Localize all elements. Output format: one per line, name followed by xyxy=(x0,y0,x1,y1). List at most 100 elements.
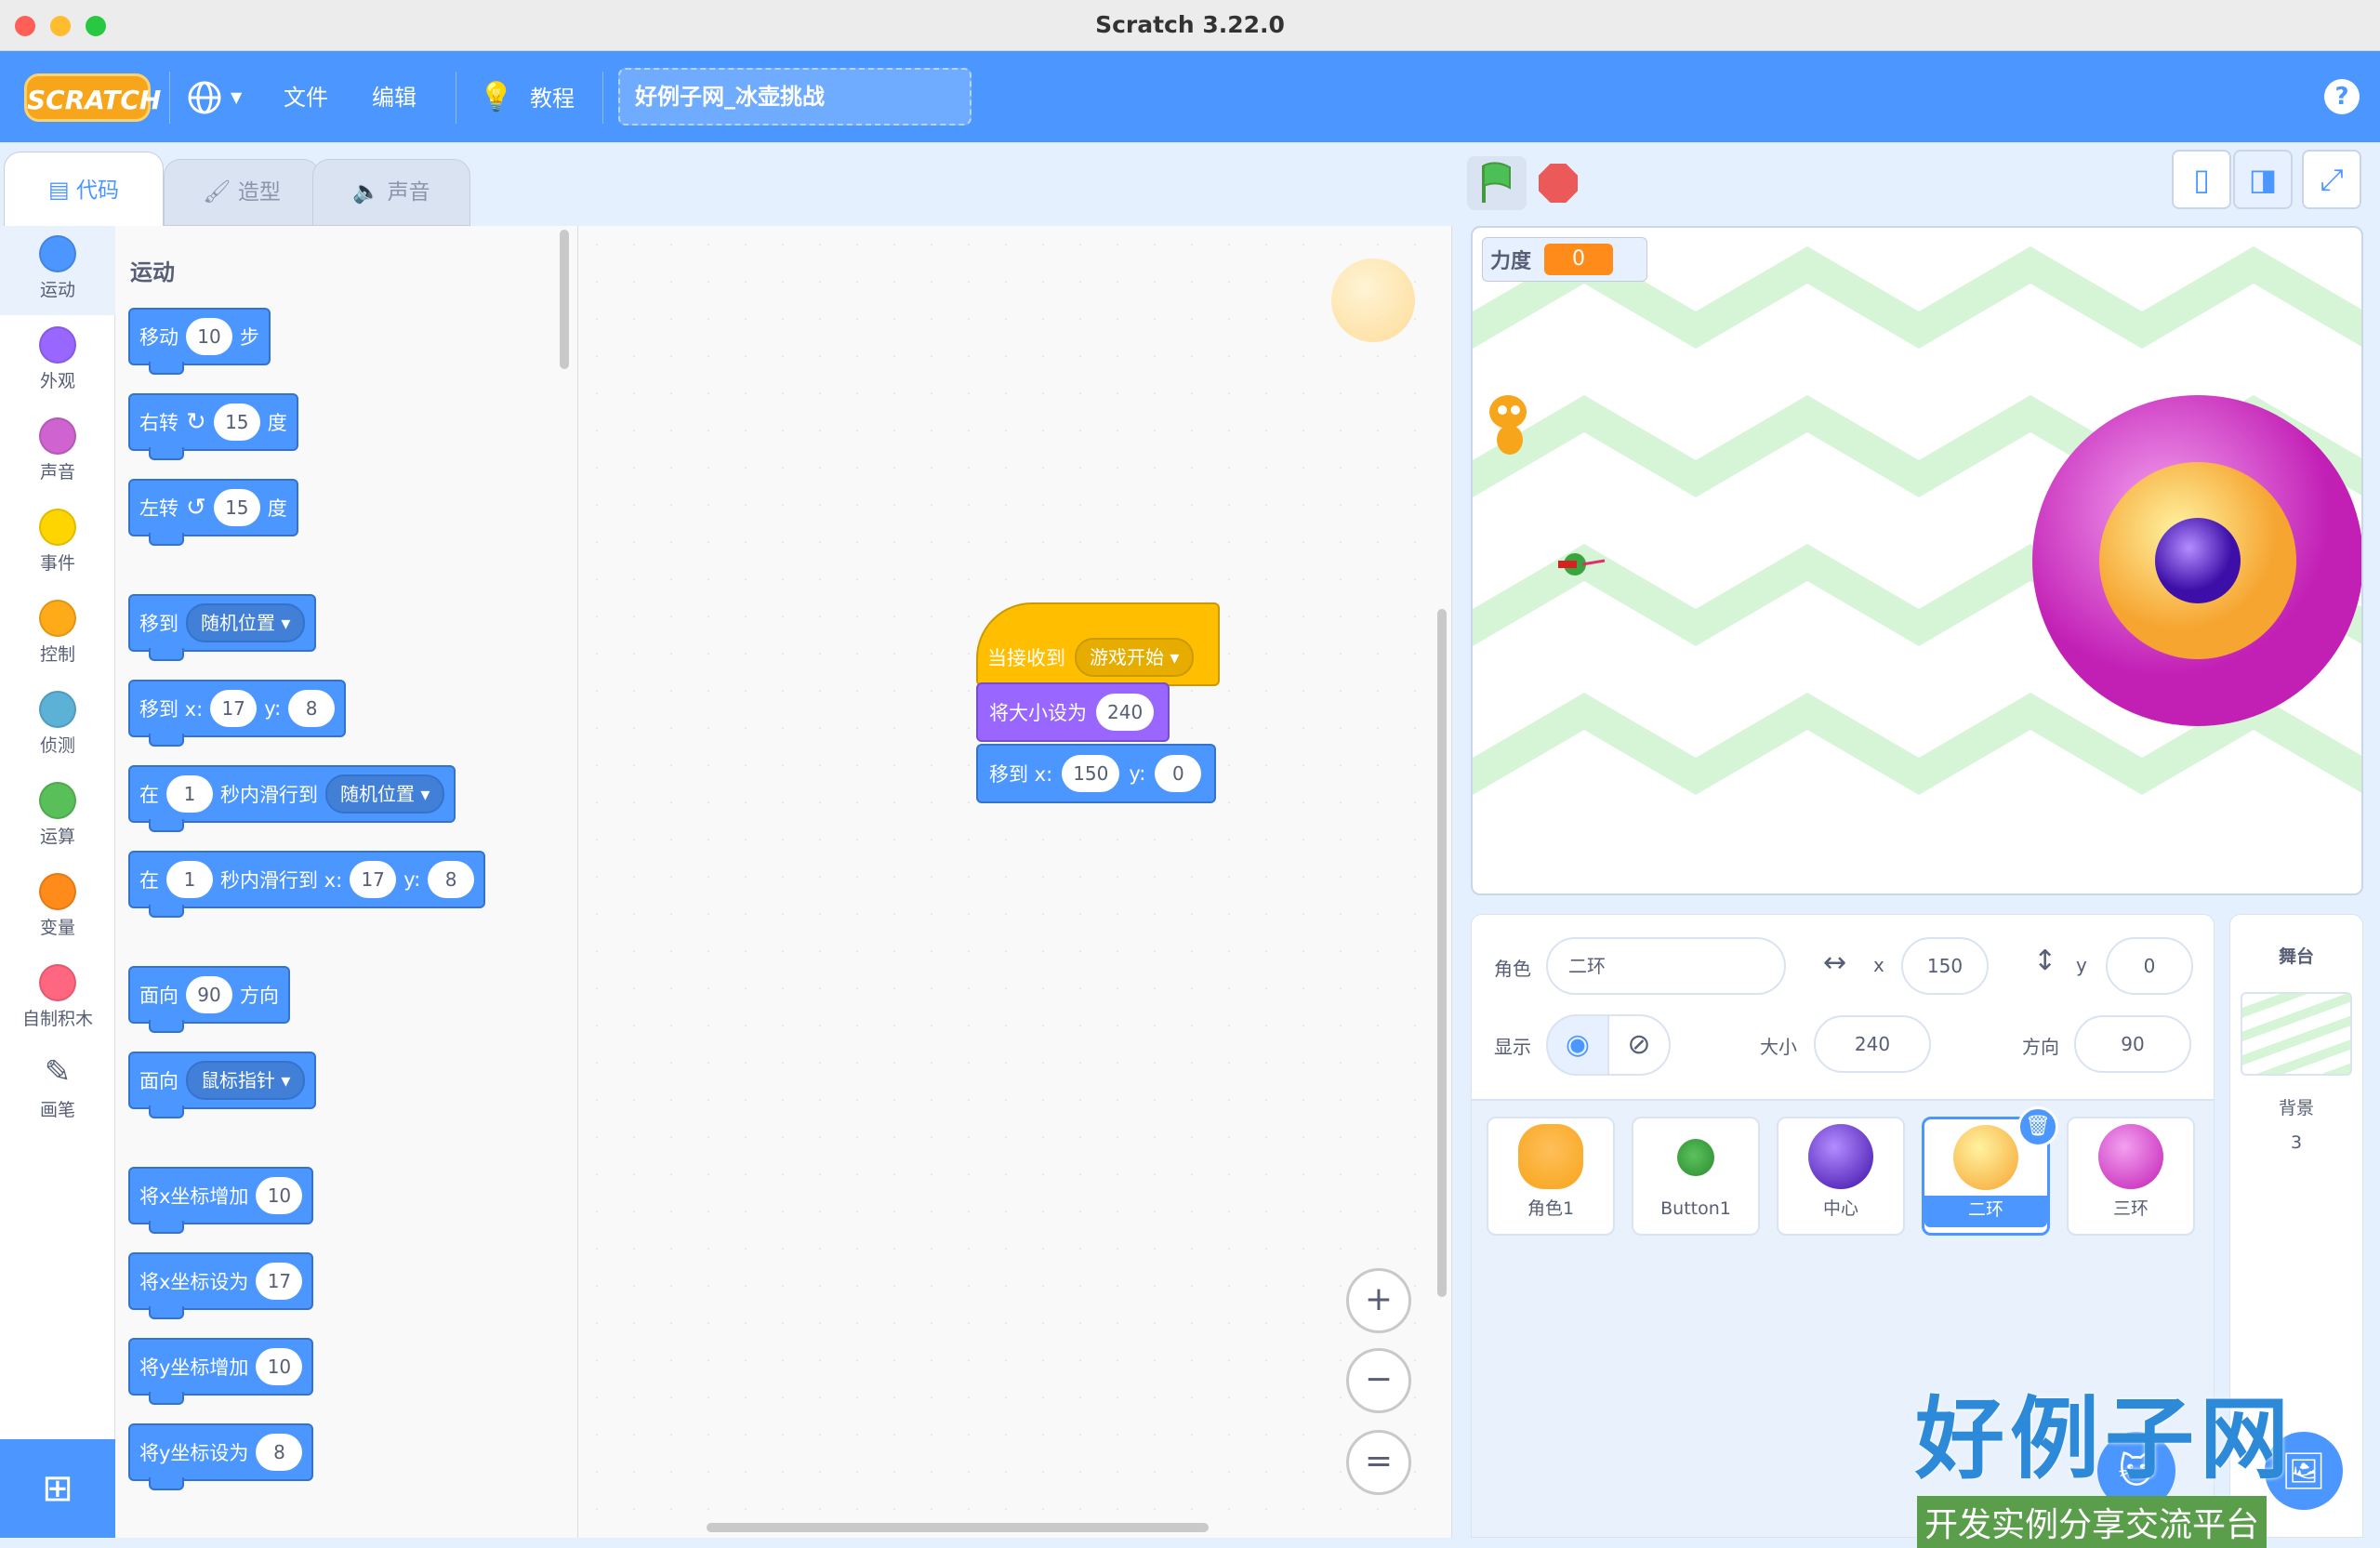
block-input[interactable]: 10 xyxy=(256,1177,303,1214)
palette-scrollbar[interactable] xyxy=(560,230,569,369)
block-goto[interactable]: 移到 随机位置 xyxy=(128,594,317,661)
block-input[interactable]: 150 xyxy=(1062,755,1120,792)
block-point-towards[interactable]: 面向 鼠标指针 xyxy=(128,1052,317,1118)
globe-icon xyxy=(186,81,223,122)
cat-sprite-icon xyxy=(1518,1124,1583,1189)
block-set-x[interactable]: 将x坐标设为 17 xyxy=(128,1252,314,1319)
fullscreen-button[interactable]: ⤢ xyxy=(2302,150,2361,209)
small-stage-button[interactable]: ▯ xyxy=(2172,150,2231,209)
sprite-name-input[interactable]: 二环 xyxy=(1546,937,1786,995)
script-when-receive[interactable]: 当接收到 游戏开始 xyxy=(976,602,1220,686)
workspace-horizontal-scrollbar[interactable] xyxy=(707,1523,1209,1532)
language-menu[interactable]: ▼ xyxy=(186,79,251,116)
block-turn-left[interactable]: 左转 ↺ 15 度 xyxy=(128,479,298,546)
size-input[interactable]: 240 xyxy=(1814,1015,1931,1073)
category-label: 控制 xyxy=(39,644,75,665)
file-menu[interactable]: 文件 xyxy=(284,79,328,116)
hide-sprite-button[interactable]: ⊘ xyxy=(1607,1014,1671,1076)
code-icon: ▤ xyxy=(48,177,70,203)
y-input[interactable]: 0 xyxy=(2106,937,2193,995)
category-pen[interactable]: ✎ 画笔 xyxy=(0,1046,115,1135)
block-input[interactable]: 17 xyxy=(256,1263,303,1300)
block-set-y[interactable]: 将y坐标设为 8 xyxy=(128,1423,314,1490)
x-input[interactable]: 150 xyxy=(1901,937,1989,995)
block-move-steps[interactable]: 移动 10 步 xyxy=(128,308,271,375)
stage-canvas[interactable]: 力度 0 xyxy=(1471,226,2363,895)
block-input[interactable]: 17 xyxy=(210,690,258,727)
block-change-y[interactable]: 将y坐标增加 10 xyxy=(128,1338,314,1405)
category-my-blocks[interactable]: 自制积木 xyxy=(0,955,115,1044)
block-goto-xy[interactable]: 移到 x: 17 y: 8 xyxy=(128,680,347,747)
block-turn-right[interactable]: 右转 ↻ 15 度 xyxy=(128,393,298,460)
block-input[interactable]: 1 xyxy=(166,861,213,898)
menu-bar: SCRATCH ▼ 文件 编辑 💡 教程 好例子网_冰壶挑战 ? xyxy=(0,51,2380,142)
x-label: x xyxy=(1873,954,1884,976)
script-goto-xy[interactable]: 移到 x: 150 y: 0 xyxy=(976,744,1216,803)
add-extension-button[interactable]: ⊞ xyxy=(0,1439,115,1538)
block-input[interactable]: 8 xyxy=(256,1434,303,1471)
scratch-logo[interactable]: SCRATCH xyxy=(24,73,161,122)
block-input[interactable]: 10 xyxy=(256,1348,303,1385)
block-input[interactable]: 1 xyxy=(166,775,213,813)
block-dropdown[interactable]: 随机位置 xyxy=(186,603,306,642)
category-sound[interactable]: 声音 xyxy=(0,408,115,497)
tab-sounds[interactable]: 🔈 声音 xyxy=(312,159,470,226)
block-change-x[interactable]: 将x坐标增加 10 xyxy=(128,1167,314,1234)
tab-costumes[interactable]: 🖌 造型 xyxy=(164,159,320,226)
category-operators[interactable]: 运算 xyxy=(0,773,115,862)
block-glide-to[interactable]: 在 1 秒内滑行到 随机位置 xyxy=(128,765,456,832)
category-control[interactable]: 控制 xyxy=(0,590,115,680)
script-set-size[interactable]: 将大小设为 240 xyxy=(976,682,1170,742)
sprite-tile-selected[interactable]: 二环 🗑 xyxy=(1922,1106,2058,1236)
zoom-reset-icon: = xyxy=(1364,1442,1394,1480)
show-sprite-button[interactable]: ◉ xyxy=(1546,1014,1609,1076)
direction-input[interactable]: 90 xyxy=(2074,1015,2191,1073)
block-input[interactable]: 15 xyxy=(213,404,260,441)
workspace-vertical-scrollbar[interactable] xyxy=(1437,609,1447,1297)
zoom-reset-button[interactable]: = xyxy=(1346,1430,1411,1495)
block-input[interactable]: 8 xyxy=(428,861,475,898)
zoom-out-button[interactable]: − xyxy=(1346,1348,1411,1413)
green-flag-icon xyxy=(1482,162,1511,203)
block-label: 当接收到 xyxy=(987,647,1065,669)
green-flag-button[interactable] xyxy=(1467,156,1527,210)
script-workspace[interactable] xyxy=(578,226,1452,1538)
block-dropdown[interactable]: 鼠标指针 xyxy=(186,1061,306,1100)
category-motion[interactable]: 运动 xyxy=(0,226,115,315)
delete-sprite-button[interactable]: 🗑 xyxy=(2017,1106,2058,1147)
stop-button[interactable] xyxy=(1539,164,1578,203)
block-label: 移到 x: xyxy=(139,698,204,721)
block-input[interactable]: 90 xyxy=(186,976,232,1013)
normal-stage-button[interactable]: ◨ xyxy=(2233,150,2293,209)
edit-menu[interactable]: 编辑 xyxy=(372,79,416,116)
project-title-input[interactable]: 好例子网_冰壶挑战 xyxy=(618,68,972,126)
block-input[interactable]: 15 xyxy=(213,489,260,526)
block-glide-xy[interactable]: 在 1 秒内滑行到 x: 17 y: 8 xyxy=(128,851,486,918)
category-sensing[interactable]: 侦测 xyxy=(0,681,115,771)
sprite-tile-label: 二环 xyxy=(1924,1196,2047,1227)
category-variables[interactable]: 变量 xyxy=(0,864,115,953)
tutorials-menu[interactable]: 💡 教程 xyxy=(479,79,575,116)
tab-code[interactable]: ▤ 代码 xyxy=(4,152,164,228)
sprite-tile[interactable]: 角色1 xyxy=(1487,1117,1615,1236)
sprite-tile[interactable]: Button1 xyxy=(1632,1117,1760,1236)
block-point-direction[interactable]: 面向 90 方向 xyxy=(128,966,290,1033)
block-input[interactable]: 8 xyxy=(288,690,336,727)
category-events[interactable]: 事件 xyxy=(0,499,115,589)
block-label: 方向 xyxy=(240,985,279,1007)
block-input[interactable]: 10 xyxy=(186,318,232,355)
block-dropdown[interactable]: 随机位置 xyxy=(325,774,445,814)
zoom-in-button[interactable]: + xyxy=(1346,1268,1411,1333)
category-looks[interactable]: 外观 xyxy=(0,317,115,406)
block-palette: 运动 移动 10 步 右转 ↻ 15 度 左转 ↺ 15 度 移到 随机位置 移… xyxy=(115,226,578,1538)
block-input[interactable]: 0 xyxy=(1155,755,1202,792)
category-dot-icon xyxy=(39,873,76,910)
help-button[interactable]: ? xyxy=(2324,79,2360,114)
block-input[interactable]: 17 xyxy=(350,861,397,898)
category-label: 运算 xyxy=(39,827,75,847)
sprite-tile[interactable]: 中心 xyxy=(1777,1117,1905,1236)
sprite-tile-label: 中心 xyxy=(1822,1198,1858,1219)
sprite-tile[interactable]: 三环 xyxy=(2067,1117,2195,1236)
block-dropdown[interactable]: 游戏开始 xyxy=(1075,638,1195,677)
block-input[interactable]: 240 xyxy=(1096,694,1155,731)
